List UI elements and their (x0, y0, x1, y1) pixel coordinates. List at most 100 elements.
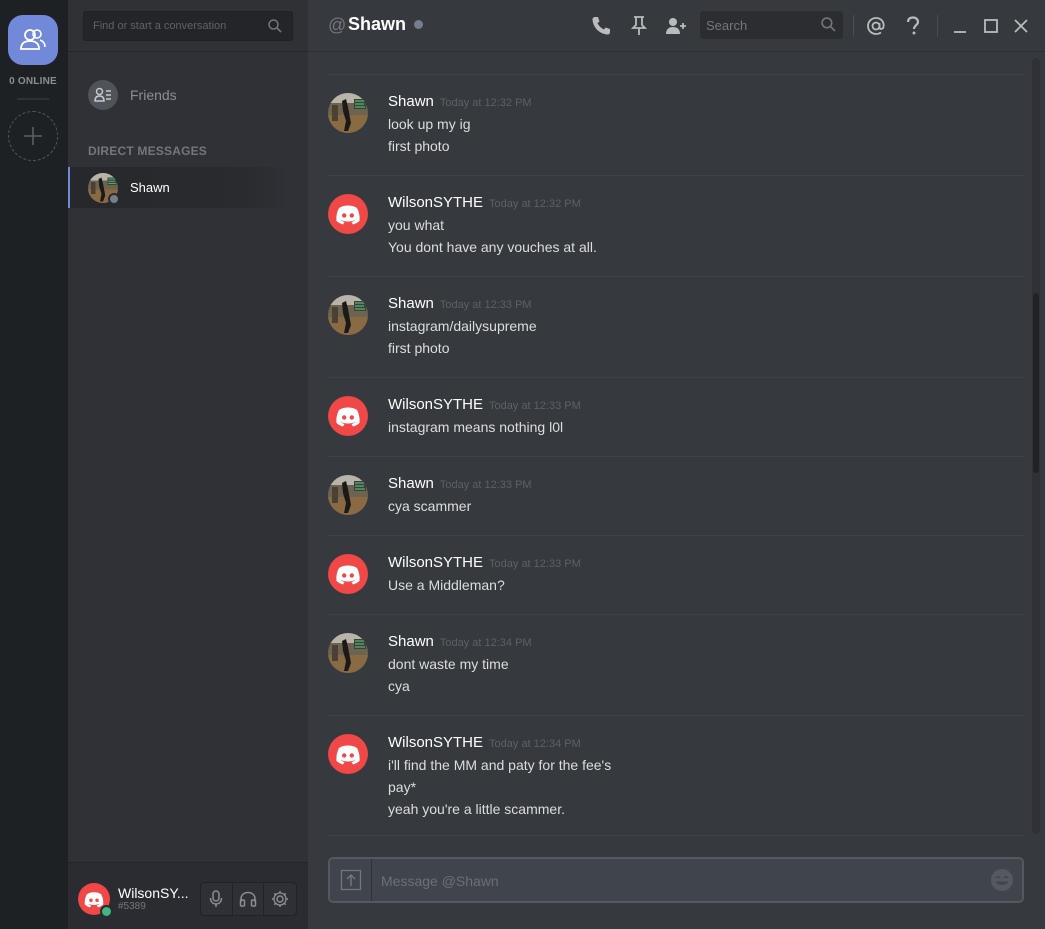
dm-item-shawn[interactable]: Shawn (68, 167, 288, 208)
maximize-icon (984, 19, 998, 33)
message-text: i'll find the MM and paty for the fee's (388, 757, 612, 773)
channel-title: Shawn (348, 14, 407, 34)
avatar[interactable] (328, 475, 368, 515)
message-author-line: Shawn Today at 12:32 PM (388, 93, 532, 110)
message-timestamp: Today at 12:34 PM (489, 738, 581, 750)
header-divider (937, 15, 938, 37)
online-count: 0 ONLINE (9, 76, 57, 87)
message-text: cya scammer (388, 498, 472, 514)
add-friends-to-dm-button[interactable] (664, 14, 688, 38)
offline-status-dot (414, 20, 423, 29)
user-panel: WilsonSY... #5389 (68, 862, 308, 929)
search-icon (821, 17, 836, 37)
channel-header: @ Shawn Search (308, 0, 1045, 52)
avatar[interactable] (328, 734, 368, 774)
avatar[interactable] (328, 93, 368, 133)
message-group: WilsonSYTHE Today at 12:33 PM Use a Middl… (328, 535, 1024, 614)
dm-sidebar: Find or start a conversation Friends DIR… (68, 0, 308, 929)
message-text: first photo (388, 340, 450, 356)
message-composer[interactable]: Message @Shawn (328, 857, 1024, 903)
message-author-line: Shawn Today at 12:34 PM (388, 633, 532, 650)
message-timestamp: Today at 12:33 PM (439, 299, 532, 311)
microphone-icon (210, 890, 223, 907)
message-group: WilsonSYTHE Today at 12:34 PM i'll find t… (328, 715, 1024, 836)
message-author-line: Shawn Today at 12:33 PM (388, 295, 532, 312)
at-icon (867, 17, 885, 35)
discord-logo-icon (328, 734, 368, 774)
message-group: Shawn Today at 12:33 PM cya scammer (328, 456, 1024, 535)
header-divider (853, 15, 854, 37)
help-button[interactable] (901, 14, 925, 38)
message-author-line: Shawn Today at 12:33 PM (388, 475, 532, 492)
avatar[interactable] (328, 633, 368, 673)
message-author[interactable]: Shawn (388, 93, 434, 110)
discord-logo-icon (328, 194, 368, 234)
message-scrollbar-thumb[interactable] (1033, 293, 1039, 473)
pin-icon (631, 16, 647, 35)
friends-home-button[interactable] (8, 15, 58, 65)
maximize-window-button[interactable] (979, 14, 1003, 38)
headphones-icon (239, 891, 257, 907)
avatar[interactable] (328, 554, 368, 594)
message-group: Shawn Today at 12:34 PM dont waste my tim… (328, 614, 1024, 715)
minimize-icon (954, 31, 966, 33)
upload-button[interactable] (330, 859, 372, 901)
message-author[interactable]: WilsonSYTHE (388, 396, 483, 413)
find-conversation-placeholder: Find or start a conversation (93, 20, 227, 32)
avatar[interactable] (328, 295, 368, 335)
add-server-button[interactable] (8, 111, 58, 161)
sidebar-search-bar: Find or start a conversation (68, 0, 308, 52)
message-text: first photo (388, 138, 450, 154)
message-text: pay* (388, 779, 417, 795)
mute-button[interactable] (201, 883, 233, 915)
close-icon (1014, 19, 1028, 33)
pinned-messages-button[interactable] (627, 14, 651, 38)
message-text: Use a Middleman? (388, 577, 505, 593)
offline-status-dot (108, 192, 120, 205)
message-author[interactable]: Shawn (388, 475, 434, 492)
message-group: WilsonSYTHE Today at 12:33 PM instagram m… (328, 377, 1024, 456)
message-author[interactable]: WilsonSYTHE (388, 554, 483, 571)
emoji-icon (991, 869, 1013, 891)
minimize-window-button[interactable] (948, 14, 972, 38)
avatar[interactable] (328, 194, 368, 234)
message-author[interactable]: WilsonSYTHE (388, 734, 483, 751)
rail-divider (17, 98, 49, 100)
header-search-placeholder: Search (706, 18, 748, 33)
message-list[interactable]: Shawn Today at 12:32 PM look up my ig fir… (308, 53, 1045, 838)
message-author[interactable]: Shawn (388, 633, 434, 650)
dm-item-name: Shawn (130, 180, 170, 195)
message-text: you what (388, 217, 445, 233)
avatar[interactable] (328, 396, 368, 436)
message-author-line: WilsonSYTHE Today at 12:33 PM (388, 554, 581, 571)
find-conversation-input[interactable]: Find or start a conversation (83, 11, 293, 41)
avatar[interactable] (78, 883, 113, 918)
search-icon (268, 19, 282, 38)
message-timestamp: Today at 12:32 PM (439, 97, 532, 109)
message-text: instagram/dailysupreme (388, 318, 537, 334)
message-text: You dont have any vouches at all. (388, 239, 597, 255)
friends-nav-item[interactable]: Friends (68, 76, 308, 114)
emoji-picker-button[interactable] (990, 868, 1014, 892)
close-window-button[interactable] (1009, 14, 1033, 38)
user-settings-button[interactable] (264, 883, 296, 915)
plus-icon (24, 127, 42, 145)
message-input-placeholder: Message @Shawn (381, 873, 499, 889)
message-author-line: WilsonSYTHE Today at 12:32 PM (388, 194, 581, 211)
discord-logo-icon (328, 554, 368, 594)
friends-label: Friends (130, 87, 177, 103)
header-search-input[interactable]: Search (700, 11, 843, 39)
gear-icon (272, 891, 289, 907)
at-symbol: @ (328, 15, 347, 35)
message-timestamp: Today at 12:32 PM (489, 198, 581, 210)
start-call-button[interactable] (589, 14, 613, 38)
message-author[interactable]: Shawn (388, 295, 434, 312)
message-group: Shawn Today at 12:33 PM instagram/dailysu… (328, 276, 1024, 377)
mentions-button[interactable] (864, 14, 888, 38)
message-author[interactable]: WilsonSYTHE (388, 194, 483, 211)
add-user-icon (666, 18, 686, 34)
message-timestamp: Today at 12:33 PM (439, 479, 532, 491)
deafen-button[interactable] (233, 883, 265, 915)
message-text: dont waste my time (388, 656, 509, 672)
people-icon (20, 29, 46, 50)
